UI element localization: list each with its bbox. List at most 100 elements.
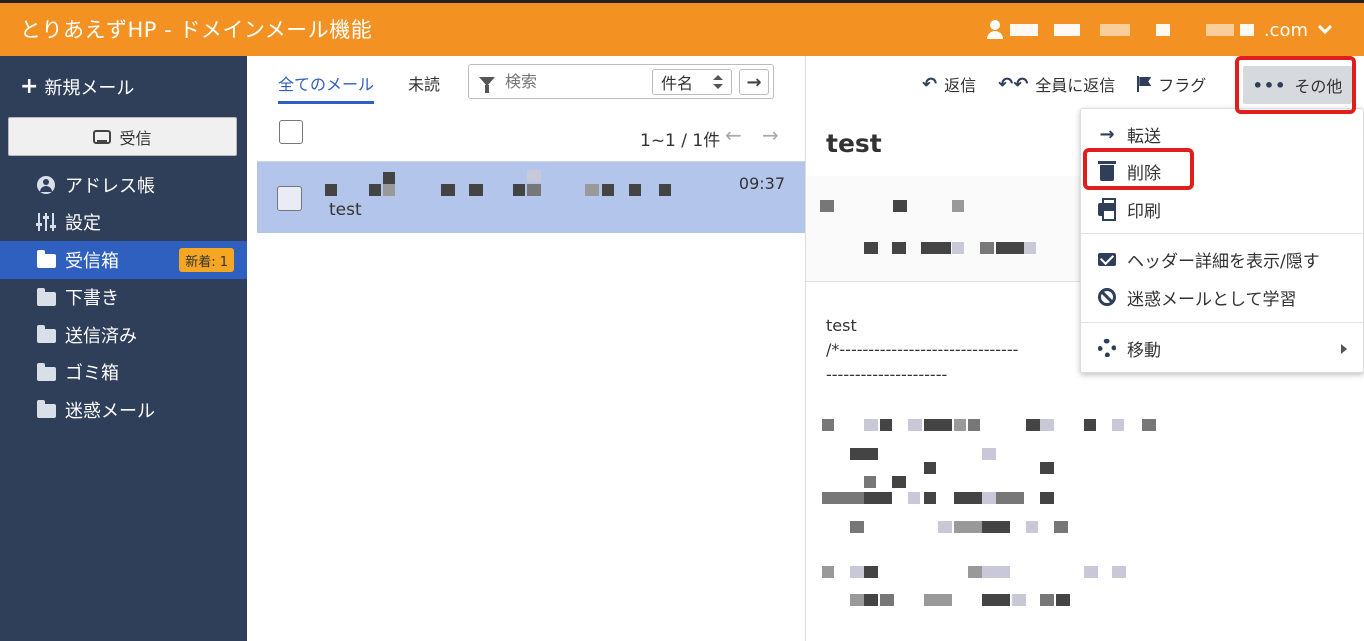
sidebar-item-drafts[interactable]: 下書き [0,279,247,317]
sidebar-item-label: アドレス帳 [65,175,155,197]
menu-item-move[interactable]: 移動 [1081,331,1364,365]
menu-item-label: ヘッダー詳細を表示/隠す [1127,251,1320,272]
menu-item-toggle-headers[interactable]: ヘッダー詳細を表示/隠す [1081,242,1364,276]
submenu-arrow-icon [1341,344,1347,354]
folder-icon [36,400,56,419]
sidebar-item-address-book[interactable]: アドレス帳 [0,166,247,204]
tab-unread[interactable]: 未読 [408,71,440,95]
message-toolbar: ↶ 返信 ↶↶ 全員に返信 フラグ [922,56,1228,112]
sidebar-item-sent[interactable]: 送信済み [0,316,247,354]
search-field-select[interactable]: 件名 [652,69,732,95]
message-subject: test [329,200,362,220]
menu-item-label: 印刷 [1127,201,1161,222]
menu-item-label: 削除 [1127,163,1161,184]
print-icon [1097,197,1117,221]
pager-label: 1~1 / 1件 [640,131,721,151]
account-domain-suffix: .com [1263,19,1308,41]
gear-icon [1097,339,1117,357]
sidebar-item-label: 下書き [65,288,119,310]
receive-button-label: 受信 [119,128,152,148]
envelope-icon [1097,252,1117,266]
message-time: 09:37 [738,174,785,193]
chevron-down-icon [1317,19,1333,35]
arrow-right-icon: → [1099,123,1115,145]
sidebar-item-label: 迷惑メール [65,400,155,422]
redacted-text [1009,24,1038,36]
menu-divider [1081,322,1364,323]
message-body-line: --------------------- [826,365,948,384]
folder-icon [36,250,56,269]
redacted-text [1155,24,1170,36]
app-header: とりあえずHP - ドメインメール機能 .com [0,0,1364,56]
message-row[interactable]: 09:37 test [257,161,805,233]
message-list-pane: 全てのメール 未読 件名 → 1~1 / 1件 ← → 09:3 [247,56,806,641]
search-box: 件名 → [468,64,774,99]
select-all-checkbox[interactable] [279,120,303,144]
filter-icon[interactable] [479,77,495,93]
redacted-text [1053,24,1080,36]
reply-all-label: 全員に返信 [1035,76,1116,95]
compose-button[interactable]: + 新規メール [20,74,134,100]
flag-button[interactable]: フラグ [1137,72,1206,96]
settings-sliders-icon [36,213,56,232]
redacted-text [1239,24,1254,36]
menu-item-mark-spam[interactable]: 迷惑メールとして学習 [1081,280,1364,314]
sidebar-item-settings[interactable]: 設定 [0,204,247,242]
select-updown-icon [713,75,723,89]
flag-icon [1137,76,1151,92]
reply-button[interactable]: ↶ 返信 [922,72,976,96]
search-input[interactable] [505,72,650,91]
plus-icon: + [20,74,39,99]
new-mail-badge: 新着: 1 [179,248,234,272]
tab-all-mail[interactable]: 全てのメール [278,71,375,104]
menu-divider [1081,233,1364,234]
message-body-line: test [826,316,857,335]
redacted-text [1099,24,1130,36]
folder-icon [36,287,56,306]
more-button[interactable]: ••• その他 [1243,66,1352,104]
redacted-text [1205,24,1234,36]
receive-button[interactable]: 受信 [8,117,237,156]
reply-label: 返信 [944,76,977,95]
more-menu: → 転送 削除 印刷 ヘッダー詳細を表示/隠す 迷惑メールとして学習 移動 [1080,108,1364,373]
trash-icon [1097,160,1117,181]
message-body-line: /*------------------------------- [826,340,1019,359]
folder-icon [36,325,56,344]
inbox-tray-icon [93,129,112,144]
search-field-value: 件名 [661,74,694,93]
arrow-right-icon: → [746,71,762,93]
app-title: とりあえずHP - ドメインメール機能 [20,18,373,42]
more-dots-icon: ••• [1252,75,1287,95]
ban-icon [1097,288,1117,306]
menu-item-label: 転送 [1127,126,1161,147]
more-label: その他 [1294,77,1343,96]
menu-item-forward[interactable]: → 転送 [1081,117,1364,151]
sidebar: + 新規メール 受信 アドレス帳 設定 受信箱 新着: 1 下書き 送信済み ゴ… [0,56,247,641]
sidebar-item-label: 設定 [65,213,101,235]
user-icon [986,20,1004,40]
sidebar-item-junk[interactable]: 迷惑メール [0,391,247,429]
sidebar-item-label: 送信済み [65,325,137,347]
reply-all-button[interactable]: ↶↶ 全員に返信 [998,72,1115,96]
flag-label: フラグ [1158,76,1207,95]
menu-item-delete[interactable]: 削除 [1081,154,1364,188]
sidebar-item-label: ゴミ箱 [65,363,119,385]
message-checkbox[interactable] [277,186,302,211]
compose-label: 新規メール [44,78,135,99]
address-book-icon [36,175,56,194]
next-page-icon[interactable]: → [762,123,779,147]
prev-page-icon[interactable]: ← [725,123,742,147]
menu-item-print[interactable]: 印刷 [1081,192,1364,226]
reply-all-icon: ↶↶ [998,73,1029,95]
sidebar-item-trash[interactable]: ゴミ箱 [0,354,247,392]
sidebar-item-label: 受信箱 [65,250,119,272]
sidebar-item-inbox[interactable]: 受信箱 新着: 1 [0,241,247,279]
folder-nav: アドレス帳 設定 受信箱 新着: 1 下書き 送信済み ゴミ箱 迷惑メール [0,166,247,429]
folder-icon [36,362,56,381]
search-go-button[interactable]: → [739,69,769,95]
menu-item-label: 迷惑メールとして学習 [1127,289,1297,310]
reply-icon: ↶ [922,73,938,95]
menu-item-label: 移動 [1127,340,1161,361]
account-menu[interactable]: .com [986,18,1333,42]
message-title: test [826,129,882,158]
